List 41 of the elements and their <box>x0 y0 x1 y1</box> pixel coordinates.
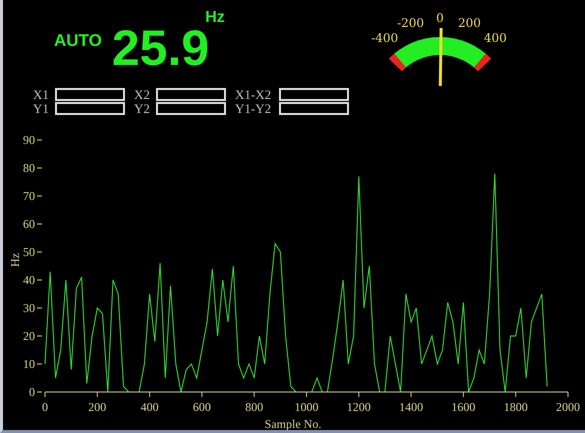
cursor-value-field[interactable] <box>279 102 349 115</box>
cursor-value-field[interactable] <box>156 102 226 115</box>
x-tick-label: 600 <box>192 400 211 414</box>
cursor-label: Y2 <box>134 102 151 115</box>
y-tick-label: 80 <box>23 161 35 175</box>
x-tick-label: 1000 <box>294 400 318 414</box>
x-tick-label: 400 <box>140 400 159 414</box>
cursor-value-field[interactable] <box>156 88 226 101</box>
y-tick-label: 10 <box>23 357 35 371</box>
x-tick-label: 1400 <box>399 400 424 414</box>
cursor-value-field[interactable] <box>55 88 125 101</box>
y-tick-label: 30 <box>23 301 35 315</box>
y-tick-label: 40 <box>23 273 35 287</box>
x-tick-label: 1600 <box>451 400 476 414</box>
cursor-label: Y1 <box>33 102 50 115</box>
x-tick-label: 0 <box>42 400 48 414</box>
x-tick-label: 800 <box>245 400 264 414</box>
cursor-label: X1-X2 <box>235 88 272 101</box>
cursor-value-field[interactable] <box>279 88 349 101</box>
y-axis-title: Hz <box>8 253 22 267</box>
x-tick-label: 200 <box>88 400 106 414</box>
mode-label: AUTO <box>54 31 102 51</box>
y-tick-label: 20 <box>23 329 35 343</box>
gauge-label: 0 <box>436 11 444 25</box>
x-tick-label: 2000 <box>556 400 580 414</box>
gauge-label: 400 <box>484 31 507 46</box>
gauge-label: 200 <box>458 16 481 30</box>
y-tick-label: 50 <box>23 245 35 259</box>
y-tick-label: 0 <box>29 385 35 399</box>
y-tick-label: 60 <box>23 217 35 231</box>
gauge-label: -200 <box>397 16 424 30</box>
y-tick-label: 90 <box>23 133 35 147</box>
cursor-label: X2 <box>134 88 151 101</box>
x-tick-label: 1200 <box>346 400 371 414</box>
y-tick-label: 70 <box>23 189 35 203</box>
unit-label: Hz <box>205 9 225 27</box>
gauge-label: -400 <box>371 31 398 46</box>
cursor-label: Y1-Y2 <box>235 102 272 115</box>
x-tick-label: 1800 <box>504 400 528 414</box>
cursor-value-field[interactable] <box>55 102 125 115</box>
cursor-label: X1 <box>33 88 50 101</box>
